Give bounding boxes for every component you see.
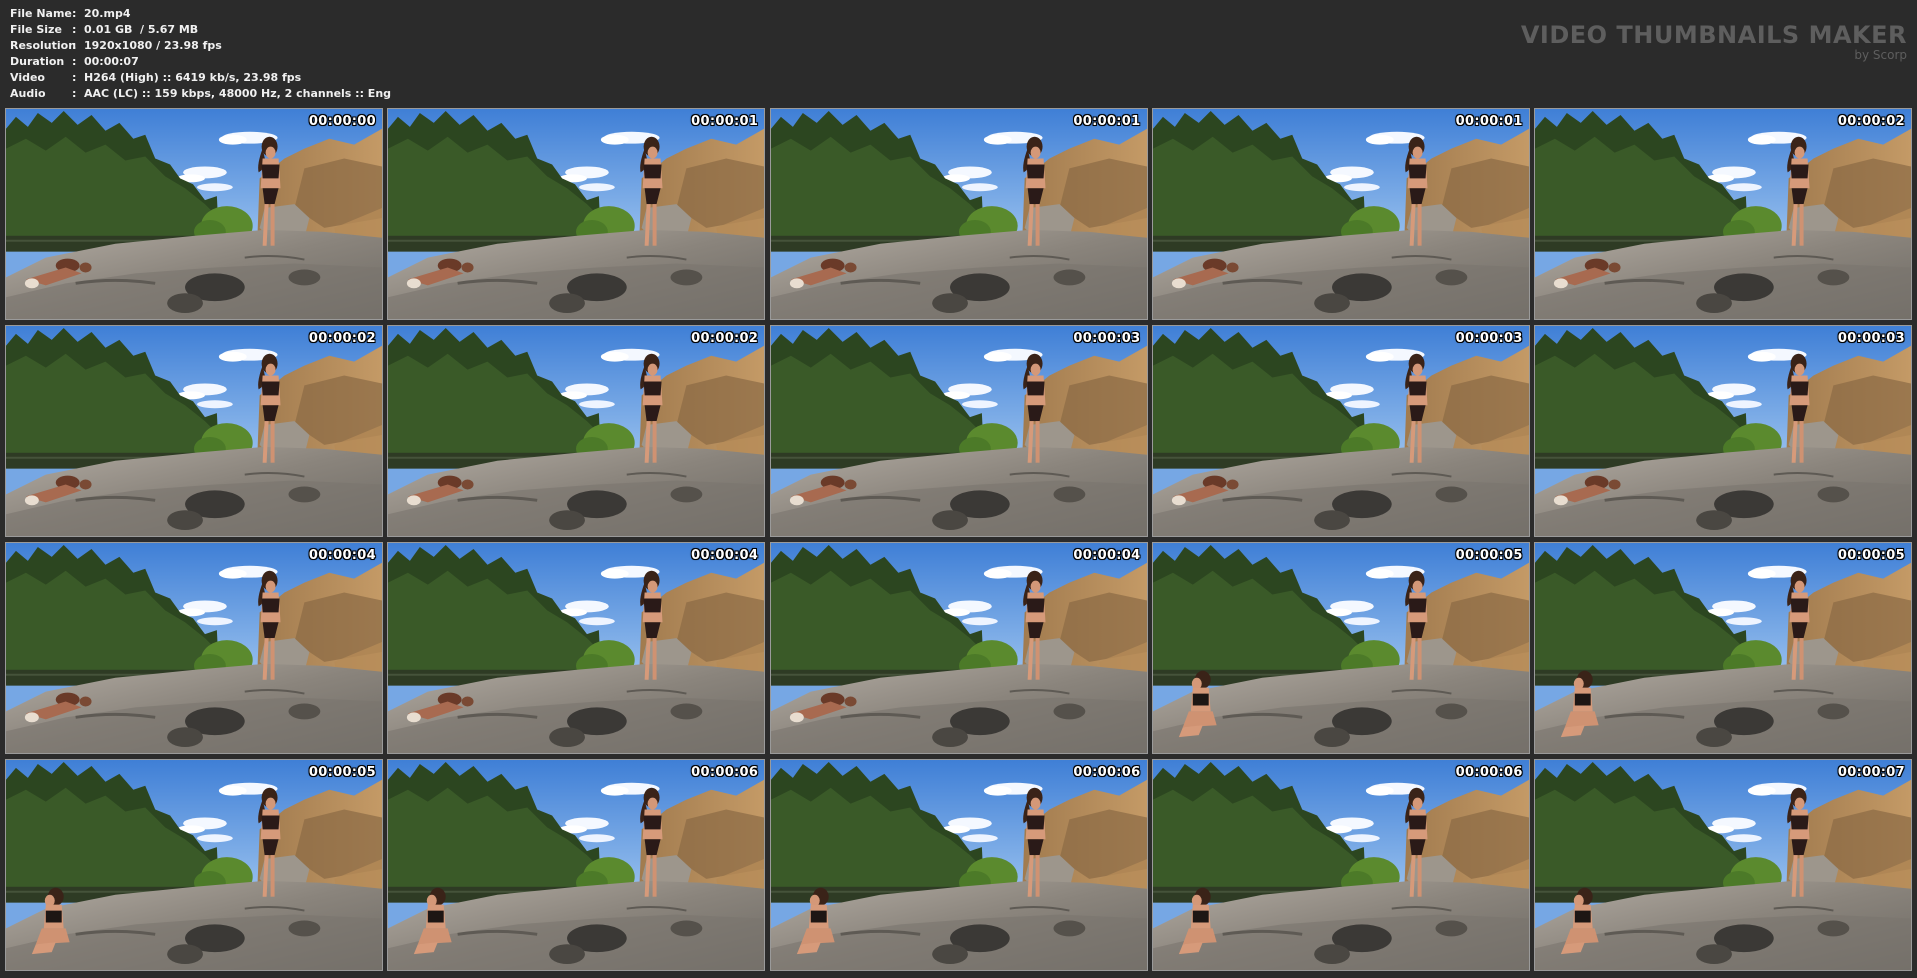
watermark: VIDEO THUMBNAILS MAKER by Scorp xyxy=(1521,22,1907,62)
thumbnail-timecode: 00:00:01 xyxy=(1073,114,1141,129)
video-thumbnail[interactable]: 00:00:00 xyxy=(5,108,383,320)
video-thumbnail[interactable]: 00:00:06 xyxy=(387,759,766,971)
thumbnail-frame-image xyxy=(6,109,382,319)
info-label: Audio xyxy=(10,87,46,100)
thumbnail-frame-image xyxy=(770,543,1147,753)
thumbnail-frame-image xyxy=(388,109,765,319)
thumbnail-frame-image xyxy=(1152,326,1529,536)
thumbnail-grid: 00:00:00 00:00:01 00:00:01 00:00:01 00:0… xyxy=(5,108,1912,971)
info-separator: : xyxy=(72,87,77,100)
video-thumbnail[interactable]: 00:00:06 xyxy=(1151,759,1530,971)
video-thumbnail[interactable]: 00:00:01 xyxy=(1151,108,1530,320)
video-thumbnail[interactable]: 00:00:04 xyxy=(769,542,1148,754)
info-value: 20.mp4 xyxy=(84,7,131,20)
info-value: 00:00:07 xyxy=(84,55,139,68)
thumbnail-frame-image xyxy=(388,543,765,753)
info-value: AAC (LC) :: 159 kbps, 48000 Hz, 2 channe… xyxy=(84,87,392,100)
video-thumbnail[interactable]: 00:00:03 xyxy=(1151,325,1530,537)
video-thumbnail[interactable]: 00:00:04 xyxy=(5,542,383,754)
thumbnail-frame-image xyxy=(1535,109,1911,319)
info-separator: : xyxy=(72,71,77,84)
info-label: File Name xyxy=(10,7,72,20)
video-thumbnail[interactable]: 00:00:05 xyxy=(1151,542,1530,754)
info-separator: : xyxy=(72,39,77,52)
watermark-title: VIDEO THUMBNAILS MAKER xyxy=(1520,21,1907,49)
thumbnail-timecode: 00:00:03 xyxy=(1073,331,1141,346)
video-thumbnail[interactable]: 00:00:02 xyxy=(1534,108,1912,320)
thumbnail-timecode: 00:00:04 xyxy=(1073,548,1141,563)
thumbnail-frame-image xyxy=(388,760,765,970)
info-separator: : xyxy=(72,23,77,36)
thumbnail-frame-image xyxy=(6,760,382,970)
thumbnail-frame-image xyxy=(1535,760,1911,970)
thumbnail-sheet: File Name : 20.mp4 File Size : 0.01 GB /… xyxy=(0,0,1917,978)
video-thumbnail[interactable]: 00:00:05 xyxy=(1534,542,1912,754)
video-thumbnail[interactable]: 00:00:05 xyxy=(5,759,383,971)
thumbnail-frame-image xyxy=(770,109,1147,319)
info-row-duration: Duration : 00:00:07 xyxy=(10,54,391,70)
thumbnail-frame-image xyxy=(770,326,1147,536)
thumbnail-timecode: 00:00:06 xyxy=(1455,765,1523,780)
thumbnail-timecode: 00:00:02 xyxy=(691,331,759,346)
video-thumbnail[interactable]: 00:00:04 xyxy=(387,542,766,754)
thumbnail-timecode: 00:00:07 xyxy=(1837,765,1905,780)
info-label: Duration xyxy=(10,55,65,68)
thumbnail-frame-image xyxy=(1152,109,1529,319)
info-row-resolution: Resolution : 1920x1080 / 23.98 fps xyxy=(10,38,391,54)
info-row-file-name: File Name : 20.mp4 xyxy=(10,6,391,22)
info-separator: : xyxy=(72,55,77,68)
info-value: 0.01 GB / 5.67 MB xyxy=(84,23,199,36)
thumbnail-frame-image xyxy=(1535,543,1911,753)
thumbnail-timecode: 00:00:06 xyxy=(691,765,759,780)
thumbnail-timecode: 00:00:02 xyxy=(308,331,376,346)
watermark-subtitle: by Scorp xyxy=(1854,48,1907,62)
thumbnail-frame-image xyxy=(1535,326,1911,536)
info-value: 1920x1080 / 23.98 fps xyxy=(84,39,222,52)
thumbnail-timecode: 00:00:04 xyxy=(308,548,376,563)
thumbnail-timecode: 00:00:03 xyxy=(1837,331,1905,346)
thumbnail-timecode: 00:00:05 xyxy=(1455,548,1523,563)
info-row-video: Video : H264 (High) :: 6419 kb/s, 23.98 … xyxy=(10,70,391,86)
thumbnail-timecode: 00:00:06 xyxy=(1073,765,1141,780)
info-value: H264 (High) :: 6419 kb/s, 23.98 fps xyxy=(84,71,302,84)
video-thumbnail[interactable]: 00:00:03 xyxy=(1534,325,1912,537)
thumbnail-timecode: 00:00:05 xyxy=(1837,548,1905,563)
thumbnail-timecode: 00:00:01 xyxy=(1455,114,1523,129)
info-label: Resolution xyxy=(10,39,77,52)
video-thumbnail[interactable]: 00:00:02 xyxy=(5,325,383,537)
thumbnail-timecode: 00:00:04 xyxy=(691,548,759,563)
thumbnail-frame-image xyxy=(388,326,765,536)
video-thumbnail[interactable]: 00:00:03 xyxy=(769,325,1148,537)
thumbnail-frame-image xyxy=(6,326,382,536)
thumbnail-timecode: 00:00:03 xyxy=(1455,331,1523,346)
info-label: Video xyxy=(10,71,45,84)
thumbnail-timecode: 00:00:01 xyxy=(691,114,759,129)
info-row-file-size: File Size : 0.01 GB / 5.67 MB xyxy=(10,22,391,38)
thumbnail-frame-image xyxy=(770,760,1147,970)
info-row-audio: Audio : AAC (LC) :: 159 kbps, 48000 Hz, … xyxy=(10,86,391,102)
thumbnail-frame-image xyxy=(1152,760,1529,970)
thumbnail-timecode: 00:00:00 xyxy=(308,114,376,129)
file-info-panel: File Name : 20.mp4 File Size : 0.01 GB /… xyxy=(10,6,391,102)
thumbnail-frame-image xyxy=(1152,543,1529,753)
info-label: File Size xyxy=(10,23,62,36)
thumbnail-timecode: 00:00:05 xyxy=(308,765,376,780)
video-thumbnail[interactable]: 00:00:01 xyxy=(387,108,766,320)
thumbnail-frame-image xyxy=(6,543,382,753)
info-separator: : xyxy=(72,7,77,20)
video-thumbnail[interactable]: 00:00:07 xyxy=(1534,759,1912,971)
video-thumbnail[interactable]: 00:00:06 xyxy=(769,759,1148,971)
video-thumbnail[interactable]: 00:00:02 xyxy=(387,325,766,537)
video-thumbnail[interactable]: 00:00:01 xyxy=(769,108,1148,320)
thumbnail-timecode: 00:00:02 xyxy=(1837,114,1905,129)
